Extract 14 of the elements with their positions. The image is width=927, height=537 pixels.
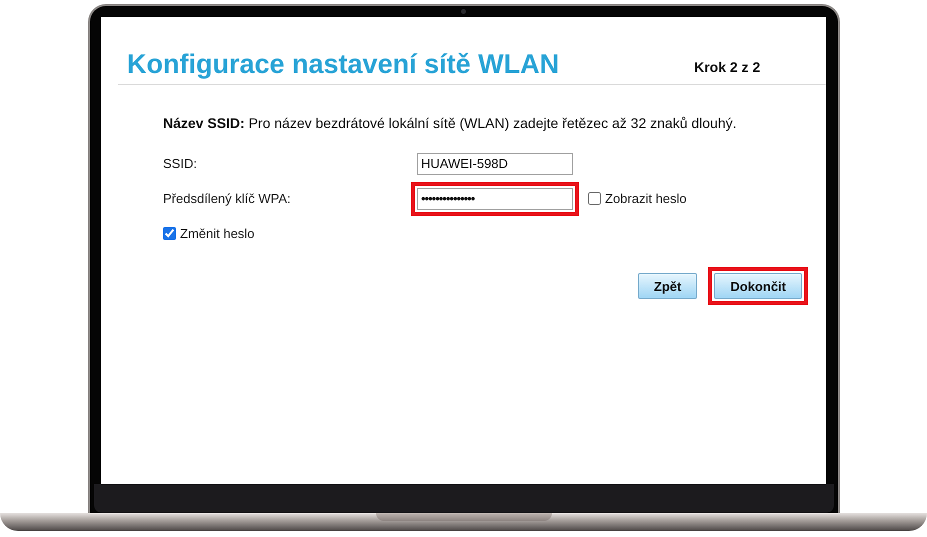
ssid-field[interactable]: HUAWEI-598D: [417, 152, 573, 174]
change-password-checkbox[interactable]: [163, 227, 176, 240]
checkbox-label: Zobrazit heslo: [605, 191, 687, 206]
field-label: Předsdílený klíč WPA:: [163, 191, 292, 206]
intro-text: Název SSID: Pro název bezdrátové lokální sítě (WLAN) zadejte řetězec až 32 znaků dlouhý.: [163, 115, 738, 131]
camera-dot: [461, 9, 466, 14]
step-indicator: Krok 2 z 2: [694, 59, 760, 75]
password-field[interactable]: •••••••••••••••: [417, 188, 573, 210]
finish-button[interactable]: Dokončit: [714, 273, 802, 299]
checkbox-label: Změnit heslo: [180, 226, 254, 241]
back-button[interactable]: Zpět: [638, 273, 698, 299]
show-password-checkbox[interactable]: [588, 192, 601, 205]
field-label: SSID:: [163, 156, 198, 171]
page-title: Konfigurace nastavení sítě WLAN: [127, 49, 560, 80]
